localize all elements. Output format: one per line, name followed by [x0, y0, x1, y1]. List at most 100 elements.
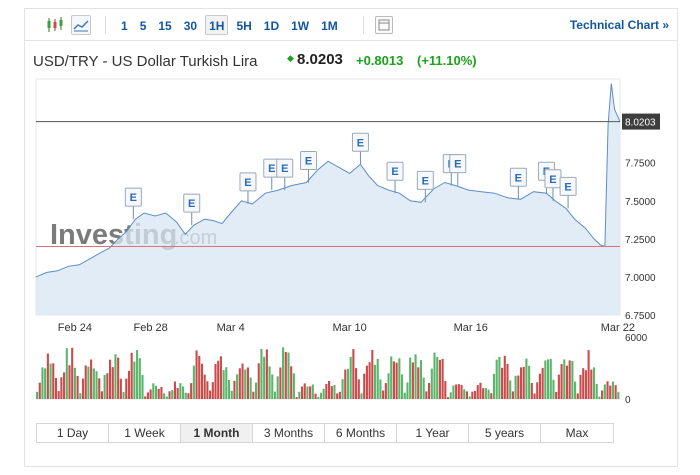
- volume-bar: [38, 382, 41, 399]
- x-tick-label: Mar 16: [454, 322, 488, 334]
- volume-bar: [433, 352, 436, 399]
- volume-bar: [203, 374, 206, 399]
- volume-bar: [322, 388, 325, 399]
- volume-bar: [436, 357, 439, 399]
- volume-bar: [130, 352, 133, 399]
- volume-bar: [479, 382, 482, 399]
- volume-bar: [601, 390, 604, 399]
- volume-bar: [290, 366, 293, 399]
- volume-bar: [484, 388, 487, 399]
- volume-bar: [584, 370, 587, 399]
- volume-bar: [73, 367, 76, 399]
- volume-bar: [511, 391, 514, 399]
- volume-bar: [179, 383, 182, 399]
- volume-bar: [271, 374, 274, 399]
- event-marker-label: E: [268, 163, 275, 175]
- x-tick-label: Mar 4: [217, 322, 245, 334]
- volume-bar: [211, 382, 214, 399]
- volume-bar: [257, 363, 260, 399]
- volume-bar: [84, 365, 87, 399]
- volume-bar: [311, 384, 314, 399]
- volume-bar: [54, 378, 58, 399]
- volume-bar: [222, 370, 225, 399]
- volume-bar: [149, 389, 152, 399]
- volume-bar: [81, 378, 85, 399]
- range-1-day[interactable]: 1 Day: [37, 424, 109, 442]
- volume-bar: [71, 347, 74, 399]
- volume-bar: [217, 360, 220, 399]
- range-6-months[interactable]: 6 Months: [325, 424, 397, 442]
- range-5-years[interactable]: 5 years: [469, 424, 541, 442]
- price-area: [36, 83, 620, 315]
- volume-bar: [198, 355, 201, 399]
- y-tick-label: 8.0203: [625, 118, 656, 129]
- volume-bar: [136, 350, 139, 399]
- range-1-year[interactable]: 1 Year: [397, 424, 469, 442]
- range-selector: 1 Day 1 Week 1 Month 3 Months 6 Months 1 Year…: [36, 423, 614, 443]
- volume-bar: [606, 381, 609, 399]
- volume-bar: [44, 368, 47, 399]
- volume-bar: [574, 381, 577, 399]
- range-1-month[interactable]: 1 Month: [181, 424, 253, 442]
- volume-bar: [468, 396, 471, 399]
- event-marker-label: E: [549, 174, 556, 186]
- volume-bar: [200, 363, 204, 399]
- volume-bar: [298, 391, 301, 399]
- volume-bar: [292, 373, 295, 399]
- volume-bar: [146, 392, 149, 399]
- volume-bar: [165, 396, 168, 399]
- volume-bar: [455, 384, 458, 399]
- volume-bar: [52, 363, 55, 399]
- volume-bar: [157, 388, 160, 399]
- event-marker-label: E: [244, 177, 251, 189]
- volume-bar: [425, 391, 428, 399]
- volume-bar: [236, 374, 239, 399]
- volume-bar: [328, 380, 331, 399]
- volume-bar: [241, 363, 244, 399]
- volume-bar: [541, 367, 544, 399]
- volume-bar: [106, 373, 109, 399]
- volume-y-tick-label: 0: [625, 395, 631, 406]
- volume-bar: [390, 356, 393, 399]
- range-3-months[interactable]: 3 Months: [253, 424, 325, 442]
- volume-bar: [557, 374, 560, 399]
- volume-bar: [141, 374, 144, 399]
- volume-bar: [249, 377, 252, 399]
- volume-bar: [530, 383, 533, 399]
- volume-bar: [611, 381, 614, 399]
- volume-bar: [333, 384, 336, 399]
- volume-bar: [363, 373, 366, 399]
- volume-bar: [514, 375, 517, 399]
- volume-bar: [444, 381, 447, 399]
- volume-bar: [571, 360, 574, 399]
- volume-bar: [65, 348, 68, 399]
- volume-bar: [365, 365, 368, 399]
- volume-bar: [192, 365, 195, 399]
- volume-bar: [384, 383, 387, 399]
- volume-bar: [114, 354, 117, 399]
- volume-bar: [355, 368, 358, 399]
- event-marker-label: E: [391, 166, 398, 178]
- volume-bar: [341, 379, 344, 399]
- volume-bar: [122, 392, 125, 399]
- y-tick-label: 7.7500: [625, 159, 656, 170]
- volume-bar: [587, 350, 590, 399]
- volume-bar: [517, 375, 520, 399]
- volume-bar: [519, 367, 523, 399]
- event-marker-label: E: [422, 175, 429, 187]
- volume-bar: [590, 369, 593, 399]
- volume-bar: [195, 350, 198, 399]
- y-tick-label: 7.5000: [625, 197, 656, 208]
- volume-bar: [349, 356, 352, 399]
- volume-bar: [276, 376, 279, 399]
- volume-bar: [603, 384, 606, 399]
- event-marker-label: E: [564, 181, 571, 193]
- volume-bar: [395, 362, 398, 399]
- range-max[interactable]: Max: [541, 424, 613, 442]
- range-1-week[interactable]: 1 Week: [109, 424, 181, 442]
- volume-bar: [476, 385, 479, 399]
- volume-bar: [403, 392, 406, 399]
- volume-bar: [568, 360, 571, 399]
- price-chart[interactable]: Investing.comEEEEEEEEEEEEEEE8.02037.7500…: [25, 9, 677, 419]
- volume-bar: [560, 364, 563, 399]
